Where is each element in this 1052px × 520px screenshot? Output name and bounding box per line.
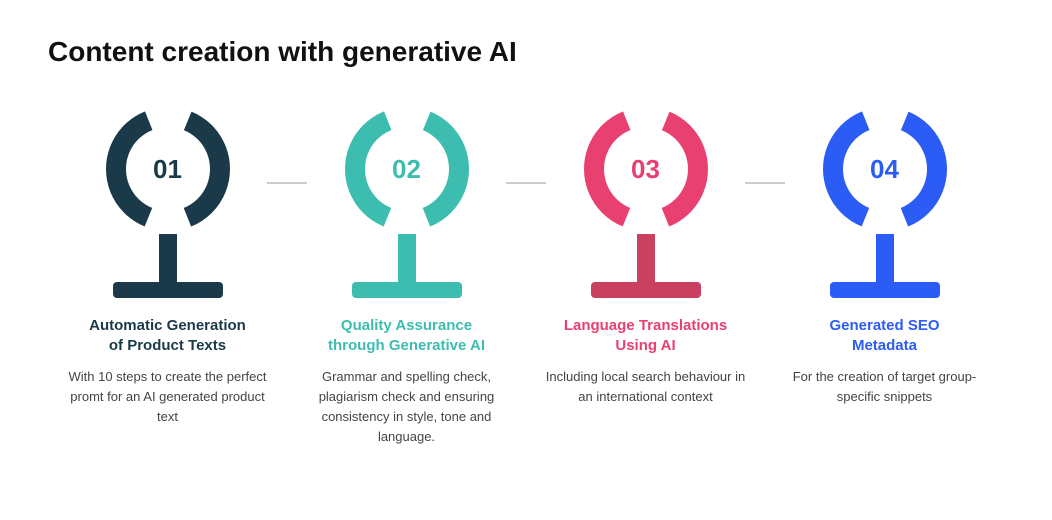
icon-assembly-3: 03 [581, 104, 711, 298]
card-4: 04 Generated SEOMetadata For the creatio… [765, 104, 1004, 407]
card-1: 01 Automatic Generationof Product Texts … [48, 104, 287, 427]
icon-assembly-4: 04 [820, 104, 950, 298]
base-3 [591, 282, 701, 298]
step-number-3: 03 [631, 154, 660, 185]
card-2: 02 Quality Assurancethrough Generative A… [287, 104, 526, 447]
card-desc-2: Grammar and spelling check, plagiarism c… [299, 367, 514, 448]
card-desc-1: With 10 steps to create the perfect prom… [60, 367, 275, 427]
icon-assembly-2: 02 [342, 104, 472, 298]
stem-1 [159, 234, 177, 282]
ring-inner-circle-1: 01 [130, 131, 206, 207]
base-4 [830, 282, 940, 298]
ring-wrap-1: 01 [103, 104, 233, 234]
card-title-1: Automatic Generationof Product Texts [89, 316, 246, 357]
icon-assembly-1: 01 [103, 104, 233, 298]
card-title-3: Language TranslationsUsing AI [564, 316, 727, 357]
step-number-2: 02 [392, 154, 421, 185]
step-number-4: 04 [870, 154, 899, 185]
stem-2 [398, 234, 416, 282]
page-title: Content creation with generative AI [48, 36, 1004, 68]
card-desc-3: Including local search behaviour in an i… [538, 367, 753, 407]
stem-3 [637, 234, 655, 282]
ring-wrap-3: 03 [581, 104, 711, 234]
card-3: 03 Language TranslationsUsing AI Includi… [526, 104, 765, 407]
step-number-1: 01 [153, 154, 182, 185]
stem-4 [876, 234, 894, 282]
base-1 [113, 282, 223, 298]
ring-wrap-4: 04 [820, 104, 950, 234]
ring-wrap-2: 02 [342, 104, 472, 234]
cards-container: 01 Automatic Generationof Product Texts … [48, 104, 1004, 447]
card-title-2: Quality Assurancethrough Generative AI [328, 316, 485, 357]
ring-inner-circle-2: 02 [369, 131, 445, 207]
card-desc-4: For the creation of target group-specifi… [777, 367, 992, 407]
ring-inner-circle-4: 04 [847, 131, 923, 207]
base-2 [352, 282, 462, 298]
card-title-4: Generated SEOMetadata [829, 316, 939, 357]
ring-inner-circle-3: 03 [608, 131, 684, 207]
